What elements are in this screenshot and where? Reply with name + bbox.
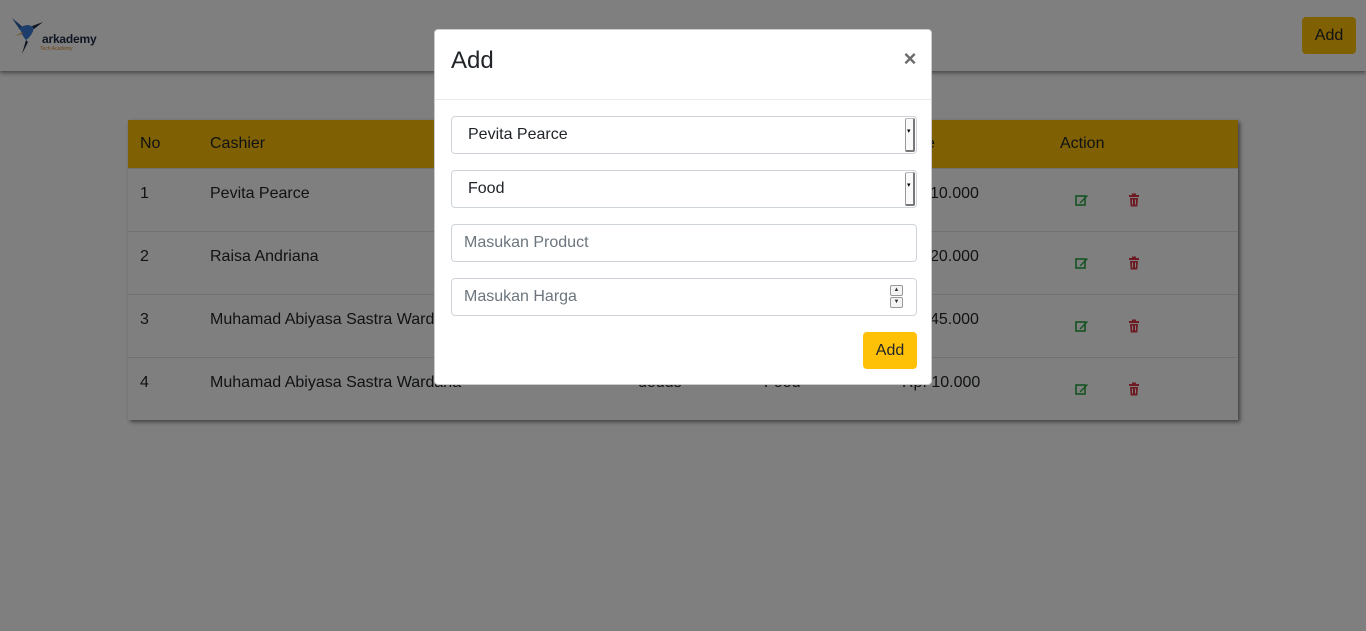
add-modal: Add × Pevita Pearce ▾ Food ▾ ▲ ▼ Add: [434, 29, 932, 385]
modal-title: Add: [451, 47, 494, 74]
category-select[interactable]: Food ▾: [451, 170, 917, 208]
price-stepper[interactable]: ▲ ▼: [890, 285, 903, 309]
stepper-down-icon[interactable]: ▼: [890, 297, 903, 308]
category-select-value: Food: [468, 180, 505, 197]
modal-divider: [435, 99, 931, 100]
dropdown-arrow-icon[interactable]: ▾: [905, 118, 915, 152]
cashier-select[interactable]: Pevita Pearce ▾: [451, 116, 917, 154]
close-icon[interactable]: ×: [901, 47, 919, 71]
cashier-select-value: Pevita Pearce: [468, 126, 568, 143]
price-input[interactable]: [451, 278, 917, 316]
stepper-up-icon[interactable]: ▲: [890, 285, 903, 296]
submit-add-button[interactable]: Add: [863, 332, 917, 369]
dropdown-arrow-icon[interactable]: ▾: [905, 172, 915, 206]
product-input[interactable]: [451, 224, 917, 262]
price-field: ▲ ▼: [435, 278, 933, 316]
